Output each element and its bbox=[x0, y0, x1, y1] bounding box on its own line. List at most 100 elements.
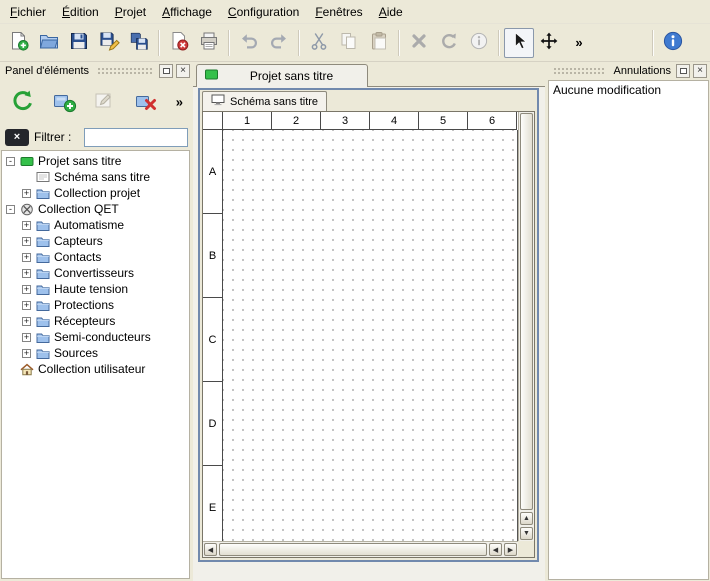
close-dock-button[interactable]: × bbox=[176, 64, 190, 78]
expander-icon[interactable]: + bbox=[22, 285, 31, 294]
tree-item-contacts[interactable]: + Contacts bbox=[2, 249, 189, 265]
scroll-left-button[interactable]: ◀ bbox=[204, 543, 217, 556]
new-file-button[interactable] bbox=[4, 28, 34, 58]
close-dock-button[interactable]: × bbox=[693, 64, 707, 78]
panel-overflow-button[interactable]: » bbox=[172, 95, 187, 110]
tree-item-semi-conducteurs[interactable]: + Semi-conducteurs bbox=[2, 329, 189, 345]
clear-filter-button[interactable]: × bbox=[5, 129, 29, 146]
scroll-left-button-2[interactable]: ◀ bbox=[489, 543, 502, 556]
delete-button[interactable] bbox=[404, 28, 434, 58]
dock-drag-grip[interactable] bbox=[97, 67, 153, 75]
move-mode-button[interactable] bbox=[534, 28, 564, 58]
paste-button[interactable] bbox=[364, 28, 394, 58]
open-button[interactable] bbox=[34, 28, 64, 58]
tree-item-label: Capteurs bbox=[54, 234, 103, 248]
schematic-canvas[interactable] bbox=[223, 130, 518, 541]
ruler-corner bbox=[203, 112, 223, 130]
expander-icon[interactable]: + bbox=[22, 317, 31, 326]
toolbar-separator bbox=[158, 30, 160, 56]
expander-icon[interactable]: + bbox=[22, 189, 31, 198]
tree-item-collection-projet[interactable]: + Collection projet bbox=[2, 185, 189, 201]
undo-dock-titlebar[interactable]: Annulations × bbox=[547, 62, 710, 80]
expander-icon[interactable]: + bbox=[22, 237, 31, 246]
rotate-icon bbox=[438, 30, 460, 55]
expander-icon[interactable]: + bbox=[22, 349, 31, 358]
copy-button[interactable] bbox=[334, 28, 364, 58]
tab-project[interactable]: Projet sans titre bbox=[196, 64, 368, 87]
scroll-down-button[interactable]: ▼ bbox=[520, 527, 533, 540]
menu-aide[interactable]: Aide bbox=[371, 1, 411, 23]
expander-icon[interactable]: + bbox=[22, 253, 31, 262]
undo-button[interactable] bbox=[234, 28, 264, 58]
save-all-button[interactable] bbox=[124, 28, 154, 58]
edit-element-button[interactable] bbox=[87, 84, 123, 120]
tree-item-convertisseurs[interactable]: + Convertisseurs bbox=[2, 265, 189, 281]
row-header: D bbox=[203, 382, 222, 466]
element-info-button[interactable] bbox=[464, 28, 494, 58]
vertical-scrollbar-thumb[interactable] bbox=[520, 113, 533, 510]
menu-fichier[interactable]: Fichier bbox=[2, 1, 54, 23]
horizontal-scrollbar-thumb[interactable] bbox=[219, 543, 487, 556]
expander-icon[interactable]: + bbox=[22, 269, 31, 278]
column-header: 1 bbox=[223, 112, 272, 130]
menu-projet[interactable]: Projet bbox=[107, 1, 154, 23]
tree-item-collection-qet[interactable]: - Collection QET bbox=[2, 201, 189, 217]
expander-icon[interactable]: + bbox=[22, 333, 31, 342]
new-element-button[interactable] bbox=[46, 84, 82, 120]
dock-drag-grip[interactable] bbox=[553, 67, 606, 75]
redo-button[interactable] bbox=[264, 28, 294, 58]
tree-item-capteurs[interactable]: + Capteurs bbox=[2, 233, 189, 249]
reload-collections-button[interactable] bbox=[5, 84, 41, 120]
menu-configuration[interactable]: Configuration bbox=[220, 1, 307, 23]
undo-list[interactable]: Aucune modification bbox=[548, 80, 709, 580]
tree-item-collection-utilisateur[interactable]: Collection utilisateur bbox=[2, 361, 189, 377]
tree-item-protections[interactable]: + Protections bbox=[2, 297, 189, 313]
close-icon: × bbox=[180, 66, 186, 76]
print-button[interactable] bbox=[194, 28, 224, 58]
project-tabbar: Projet sans titre bbox=[193, 62, 545, 86]
tree-item-automatisme[interactable]: + Automatisme bbox=[2, 217, 189, 233]
tree-item-label: Contacts bbox=[54, 250, 101, 264]
float-dock-button[interactable] bbox=[159, 64, 173, 78]
cut-button[interactable] bbox=[304, 28, 334, 58]
select-mode-button[interactable] bbox=[504, 28, 534, 58]
tree-item-label: Collection projet bbox=[54, 186, 140, 200]
rotate-button[interactable] bbox=[434, 28, 464, 58]
menu-fenetres[interactable]: Fenêtres bbox=[307, 1, 370, 23]
toolbar-overflow-button[interactable]: » bbox=[564, 28, 594, 58]
tree-item-sources[interactable]: + Sources bbox=[2, 345, 189, 361]
folder-icon bbox=[35, 347, 50, 360]
vertical-scrollbar[interactable]: ▲ ▼ bbox=[518, 112, 534, 541]
menu-affichage[interactable]: Affichage bbox=[154, 1, 220, 23]
tab-diagram[interactable]: Schéma sans titre bbox=[202, 91, 327, 111]
project-icon bbox=[205, 69, 218, 83]
tree-item-recepteurs[interactable]: + Récepteurs bbox=[2, 313, 189, 329]
copy-icon bbox=[338, 30, 360, 55]
expander-icon[interactable]: - bbox=[6, 157, 15, 166]
expander-icon[interactable]: - bbox=[6, 205, 15, 214]
edit-element-icon bbox=[92, 88, 118, 117]
scroll-up-button[interactable]: ▲ bbox=[520, 512, 533, 525]
filter-row: × Filtrer : bbox=[0, 124, 193, 150]
filter-input[interactable] bbox=[84, 128, 188, 147]
save-as-button[interactable] bbox=[94, 28, 124, 58]
menu-edition[interactable]: Édition bbox=[54, 1, 107, 23]
elements-panel-titlebar[interactable]: Panel d'éléments × bbox=[0, 62, 193, 80]
close-file-icon bbox=[168, 30, 190, 55]
schematic-sheet[interactable] bbox=[223, 130, 518, 541]
expander-icon[interactable]: + bbox=[22, 221, 31, 230]
tree-item-haute-tension[interactable]: + Haute tension bbox=[2, 281, 189, 297]
close-file-button[interactable] bbox=[164, 28, 194, 58]
save-button[interactable] bbox=[64, 28, 94, 58]
expander-icon[interactable]: + bbox=[22, 301, 31, 310]
about-button[interactable] bbox=[658, 28, 688, 58]
tree-item-schema[interactable]: Schéma sans titre bbox=[2, 169, 189, 185]
scroll-right-button[interactable]: ▶ bbox=[504, 543, 517, 556]
qet-collection-icon bbox=[19, 203, 34, 216]
undo-icon bbox=[238, 30, 260, 55]
horizontal-scrollbar[interactable]: ◀ ◀ ▶ bbox=[203, 541, 518, 557]
delete-element-button[interactable] bbox=[128, 84, 164, 120]
tree-item-project[interactable]: - Projet sans titre bbox=[2, 153, 189, 169]
toolbar-separator bbox=[228, 30, 230, 56]
float-dock-button[interactable] bbox=[676, 64, 690, 78]
